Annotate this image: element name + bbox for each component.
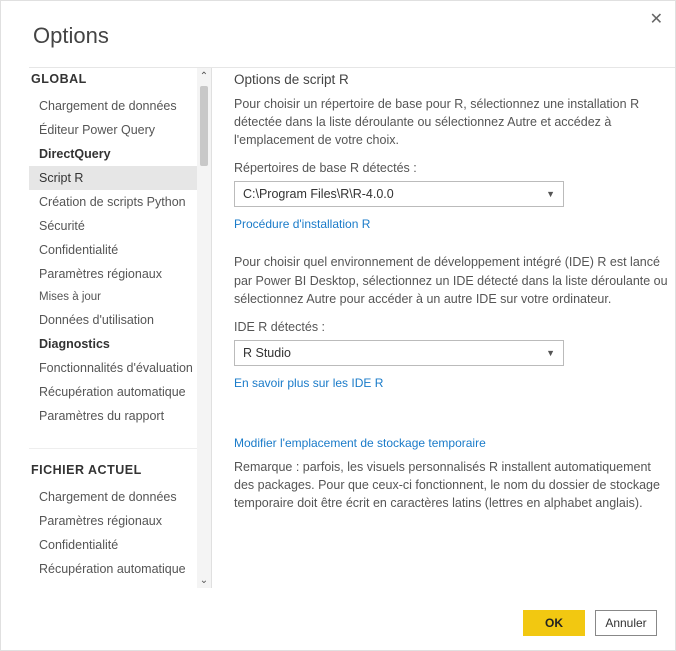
sidebar-header-file: FICHIER ACTUEL [29, 448, 197, 485]
install-r-link[interactable]: Procédure d'installation R [234, 217, 370, 231]
cancel-button[interactable]: Annuler [595, 610, 657, 636]
base-dir-value: C:\Program Files\R\R-4.0.0 [243, 187, 394, 201]
temp-storage-link[interactable]: Modifier l'emplacement de stockage tempo… [234, 436, 486, 450]
sidebar-item[interactable]: Diagnostics [29, 332, 197, 356]
sidebar-item[interactable]: Chargement de données [29, 94, 197, 118]
close-icon[interactable]: ✕ [650, 9, 663, 29]
sidebar-item[interactable]: Récupération automatique [29, 380, 197, 404]
base-dir-dropdown[interactable]: C:\Program Files\R\R-4.0.0 ▼ [234, 181, 564, 207]
ide-intro-text: Pour choisir quel environnement de dével… [234, 253, 673, 307]
sidebar-item[interactable]: Confidentialité [29, 238, 197, 262]
sidebar-item[interactable]: Chargement de données [29, 485, 197, 509]
sidebar-item[interactable]: Paramètres régionaux [29, 509, 197, 533]
ide-dropdown[interactable]: R Studio ▼ [234, 340, 564, 366]
sidebar-item[interactable]: Script R [29, 166, 197, 190]
sidebar-item[interactable]: Fonctionnalités d'évaluation [29, 356, 197, 380]
sidebar-item[interactable]: Sécurité [29, 214, 197, 238]
sidebar-item[interactable]: Confidentialité [29, 533, 197, 557]
ide-learn-more-link[interactable]: En savoir plus sur les IDE R [234, 376, 383, 390]
sidebar: GLOBAL Chargement de donnéesÉditeur Powe… [29, 68, 197, 588]
sidebar-item[interactable]: Paramètres du rapport [29, 404, 197, 428]
sidebar-item[interactable]: Création de scripts Python [29, 190, 197, 214]
ok-button[interactable]: OK [523, 610, 585, 636]
main-panel: Options de script R Pour choisir un répe… [211, 68, 675, 588]
temp-note-text: Remarque : parfois, les visuels personna… [234, 458, 673, 512]
scroll-down-icon[interactable]: ⌄ [197, 572, 211, 588]
page-title: Options [1, 1, 675, 67]
sidebar-item[interactable]: Éditeur Power Query [29, 118, 197, 142]
chevron-down-icon: ▼ [546, 189, 555, 199]
ide-value: R Studio [243, 346, 291, 360]
sidebar-item[interactable]: Paramètres régionaux [29, 262, 197, 286]
sidebar-item[interactable]: DirectQuery [29, 142, 197, 166]
scroll-thumb[interactable] [200, 86, 208, 166]
sidebar-item[interactable]: Récupération automatique [29, 557, 197, 581]
sidebar-item[interactable]: Mises à jour [29, 286, 197, 308]
sidebar-scrollbar[interactable]: ⌃ ⌄ [197, 68, 211, 588]
scroll-up-icon[interactable]: ⌃ [197, 68, 211, 84]
ide-label: IDE R détectés : [234, 320, 673, 334]
sidebar-item[interactable]: Données d'utilisation [29, 308, 197, 332]
chevron-down-icon: ▼ [546, 348, 555, 358]
base-dir-label: Répertoires de base R détectés : [234, 161, 673, 175]
sidebar-header-global: GLOBAL [29, 68, 197, 94]
section-heading: Options de script R [234, 72, 673, 87]
intro-text: Pour choisir un répertoire de base pour … [234, 95, 673, 149]
